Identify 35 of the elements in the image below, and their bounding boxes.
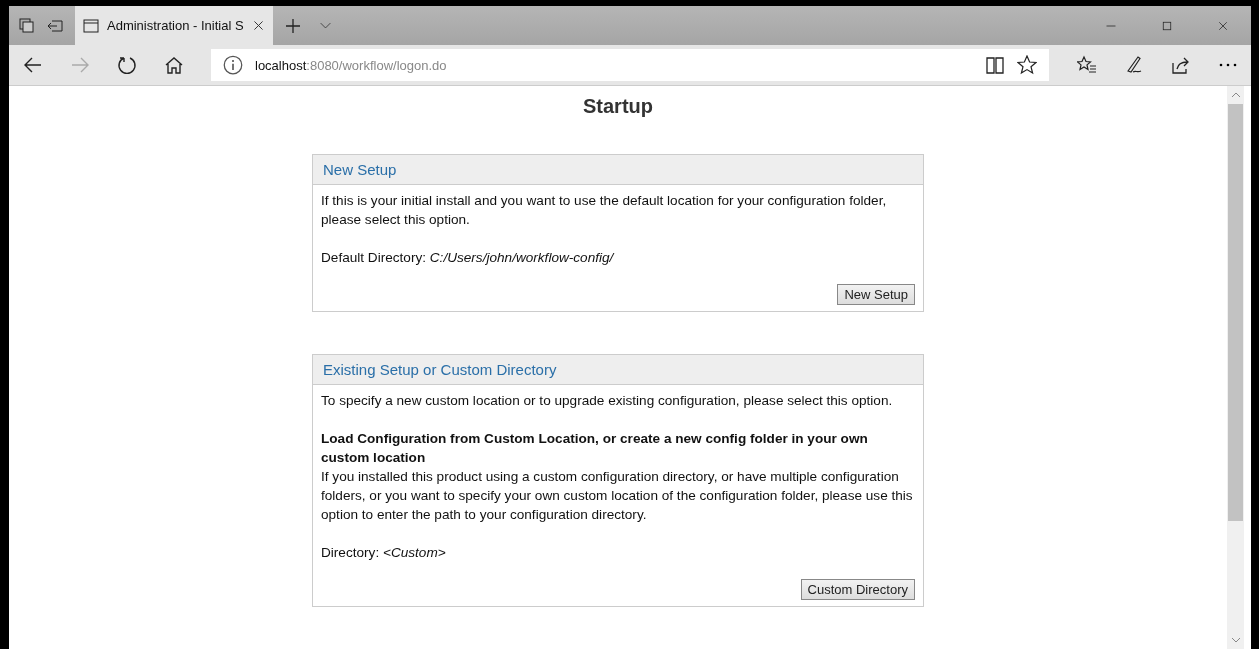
share-icon[interactable]: [1171, 55, 1191, 75]
page-icon: [83, 17, 99, 34]
close-icon[interactable]: [1217, 19, 1229, 32]
book-icon[interactable]: [985, 55, 1005, 75]
panel-text: Directory: <Custom>: [321, 544, 447, 562]
setup-button[interactable]: New Setup: [837, 284, 915, 305]
setup-button[interactable]: Custom Directory: [800, 579, 915, 600]
panel-text: If this is your initial install and you want to use the default location for your configuration folder, please select this option.: [321, 192, 888, 229]
panel-text: If you installed this product using a custom configuration directory, or have multiple configuration folders, or you want to specify your own custom location of the configuration folder, please use this option to enter the path to your configuration directory.: [321, 468, 914, 524]
maximize-icon[interactable]: [1161, 19, 1173, 32]
new-tab-icon[interactable]: [284, 17, 301, 34]
close-icon[interactable]: [251, 19, 265, 32]
pen-icon[interactable]: [1124, 55, 1144, 75]
tabs-aside-icon[interactable]: [19, 17, 35, 34]
panel-header: Existing Setup or Custom Directory: [313, 355, 923, 385]
favorites-list-icon[interactable]: [1077, 55, 1097, 75]
panel-text: Load Configuration from Custom Location, or create a new config folder in your own custom location: [321, 430, 869, 467]
scrollbar[interactable]: [1227, 86, 1244, 649]
page-heading: Startup: [583, 95, 653, 118]
home-icon[interactable]: [164, 55, 184, 75]
refresh-icon[interactable]: [117, 55, 137, 75]
panel-text: To specify a new custom location or to upgrade existing configuration, please select this option.: [321, 392, 894, 410]
address-bar[interactable]: localhost:8080/workflow/logon.do: [211, 49, 1049, 81]
back-arrow-icon[interactable]: [23, 55, 43, 75]
scroll-up-icon[interactable]: [1230, 92, 1241, 98]
tab-back-icon[interactable]: [47, 17, 63, 34]
star-icon[interactable]: [1017, 55, 1037, 75]
url-text: localhost:8080/workflow/logon.do: [255, 57, 447, 73]
scroll-thumb[interactable]: [1228, 104, 1243, 521]
browser-tab[interactable]: Administration - Initial S: [75, 6, 273, 45]
tab-title: Administration - Initial S: [107, 18, 244, 33]
panel-text: Default Directory: C:/Users/john/workflow-config/: [321, 249, 616, 267]
panel-header: New Setup: [313, 155, 923, 185]
scroll-down-icon[interactable]: [1230, 637, 1241, 643]
info-icon: [223, 55, 243, 75]
